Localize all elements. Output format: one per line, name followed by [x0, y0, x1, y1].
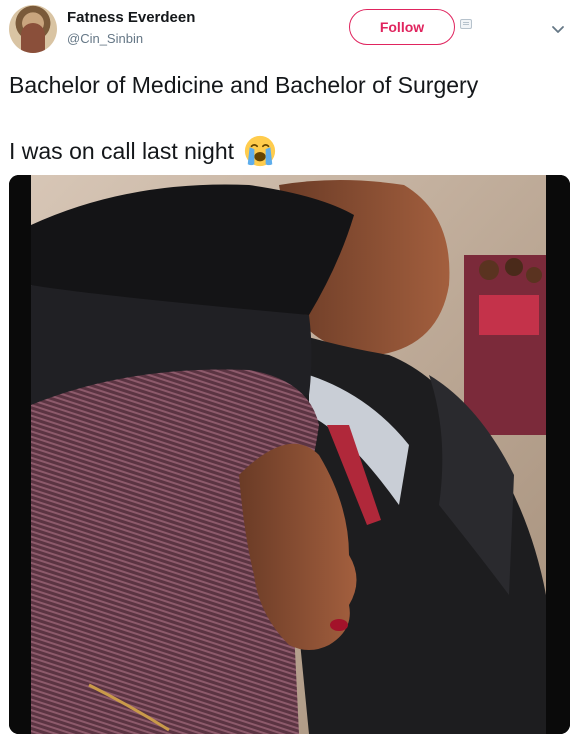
- crying-face-emoji-icon: [244, 135, 276, 167]
- author-display-name[interactable]: Fatness Everdeen: [67, 9, 195, 26]
- graduation-photo: [9, 175, 570, 734]
- author-handle[interactable]: @Cin_Sinbin: [67, 31, 143, 46]
- follow-button[interactable]: Follow: [349, 9, 455, 45]
- tweet-text-line-2: I was on call last night: [9, 138, 235, 164]
- tweet-text: Bachelor of Medicine and Bachelor of Sur…: [9, 69, 569, 168]
- tweet-text-line-1: Bachelor of Medicine and Bachelor of Sur…: [9, 72, 479, 98]
- avatar-figure: [21, 23, 45, 53]
- id-card-icon[interactable]: [460, 19, 472, 29]
- tweet-photo[interactable]: [9, 175, 570, 734]
- chevron-down-icon[interactable]: [547, 18, 569, 40]
- author-avatar[interactable]: [9, 5, 57, 53]
